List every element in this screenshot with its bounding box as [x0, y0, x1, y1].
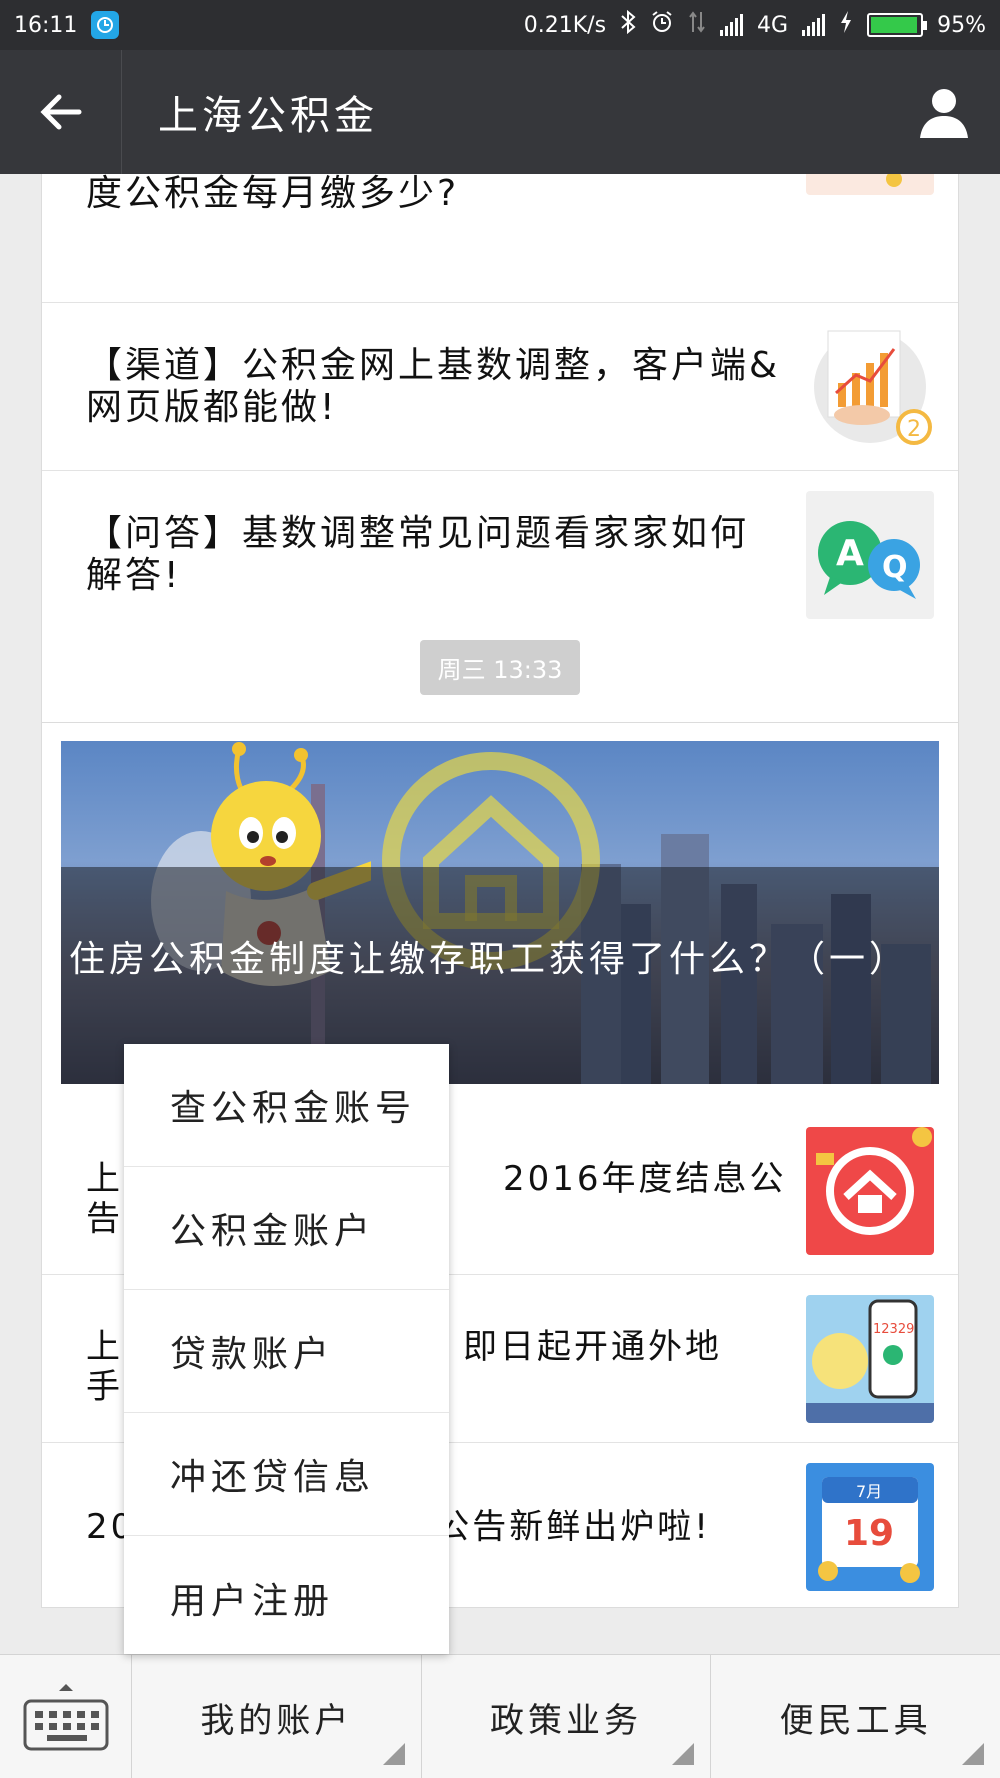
tab-policy-business-label: 政策业务	[490, 1700, 642, 1741]
article-title: 【渠道】公积金网上基数调整，客户端&网页版都能做!	[86, 345, 781, 428]
submenu-indicator-icon	[962, 1743, 985, 1765]
qa-icon: A Q	[806, 491, 934, 619]
menu-item-query-account[interactable]: 查公积金账号	[124, 1044, 449, 1167]
status-time: 16:11	[14, 12, 78, 38]
article-title: 【问答】基数调整常见问题看家家如何解答!	[86, 513, 750, 596]
network-speed: 0.21K/s	[523, 12, 607, 38]
bluetooth-icon	[620, 9, 636, 40]
arrow-left-icon	[39, 94, 81, 130]
battery-icon	[867, 13, 928, 37]
title-bar: 上海公积金	[0, 50, 1000, 174]
signal-strength-icon-2	[802, 14, 826, 36]
article-title-line2: 告	[86, 1199, 123, 1239]
house-icon	[806, 1127, 934, 1255]
chart-badge: 2	[907, 417, 921, 442]
chart-icon: 2	[806, 323, 934, 451]
article-title-start: 上	[86, 1327, 123, 1367]
article-item[interactable]: 度公积金每月缴多少?	[42, 174, 958, 303]
keyboard-toggle-button[interactable]	[0, 1655, 132, 1778]
article-title-end: 2016年度结息公	[503, 1159, 787, 1199]
signal-strength-icon	[720, 14, 744, 36]
phone-icon: 12329	[806, 1295, 934, 1423]
alarm-icon	[650, 10, 674, 40]
article-title-start: 上	[86, 1159, 123, 1199]
money-bag-icon	[806, 174, 934, 195]
bottom-menu: 我的账户 政策业务 便民工具	[0, 1654, 1000, 1778]
calendar-icon: 7月 19	[806, 1463, 934, 1591]
hero-title: 住房公积金制度让缴存职工获得了什么？（一）	[69, 939, 910, 980]
hero-article[interactable]: 住房公积金制度让缴存职工获得了什么？（一）	[61, 741, 939, 1084]
qa-a-letter: A	[836, 533, 864, 574]
menu-item-user-register[interactable]: 用户注册	[124, 1536, 449, 1659]
calendar-day: 19	[844, 1513, 894, 1554]
status-bar: 16:11 0.21K/s 4G 95%	[0, 0, 1000, 50]
phone-number: 12329	[873, 1322, 914, 1337]
chat-timestamp: 周三 13:33	[419, 640, 581, 695]
article-item[interactable]: 【问答】基数调整常见问题看家家如何解答! A Q	[42, 471, 958, 639]
profile-button[interactable]	[888, 50, 1000, 174]
submenu-indicator-icon	[382, 1743, 405, 1765]
network-type: 4G	[757, 12, 789, 38]
menu-item-repayment-info[interactable]: 冲还贷信息	[124, 1413, 449, 1536]
account-popup-menu: 查公积金账号 公积金账户 贷款账户 冲还贷信息 用户注册	[124, 1044, 449, 1654]
clock-app-icon	[91, 11, 120, 39]
qa-q-letter: Q	[882, 550, 908, 585]
charging-icon	[839, 10, 853, 40]
keyboard-icon	[23, 1684, 108, 1751]
tab-convenience-tools-label: 便民工具	[779, 1700, 932, 1741]
article-title-line2: 手	[86, 1367, 123, 1407]
timestamp-row: 周三 13:33	[0, 640, 1000, 695]
submenu-indicator-icon	[672, 1743, 695, 1765]
tab-convenience-tools[interactable]: 便民工具	[711, 1655, 1000, 1778]
tab-my-account-label: 我的账户	[200, 1700, 353, 1741]
article-title-end: 公告新鲜出炉啦!	[435, 1507, 711, 1547]
calendar-month: 7月	[856, 1482, 882, 1501]
article-title-end: 即日起开通外地	[463, 1327, 722, 1367]
tab-policy-business[interactable]: 政策业务	[422, 1655, 712, 1778]
back-button[interactable]	[0, 50, 122, 174]
menu-item-fund-account[interactable]: 公积金账户	[124, 1167, 449, 1290]
user-icon	[920, 89, 968, 138]
battery-percent: 95%	[937, 12, 986, 38]
article-item[interactable]: 【渠道】公积金网上基数调整，客户端&网页版都能做! 2	[42, 303, 958, 471]
article-title: 度公积金每月缴多少?	[86, 174, 460, 214]
menu-item-loan-account[interactable]: 贷款账户	[124, 1290, 449, 1413]
page-title: 上海公积金	[158, 93, 378, 139]
tab-my-account[interactable]: 我的账户	[132, 1655, 422, 1778]
data-transfer-icon	[688, 10, 706, 40]
